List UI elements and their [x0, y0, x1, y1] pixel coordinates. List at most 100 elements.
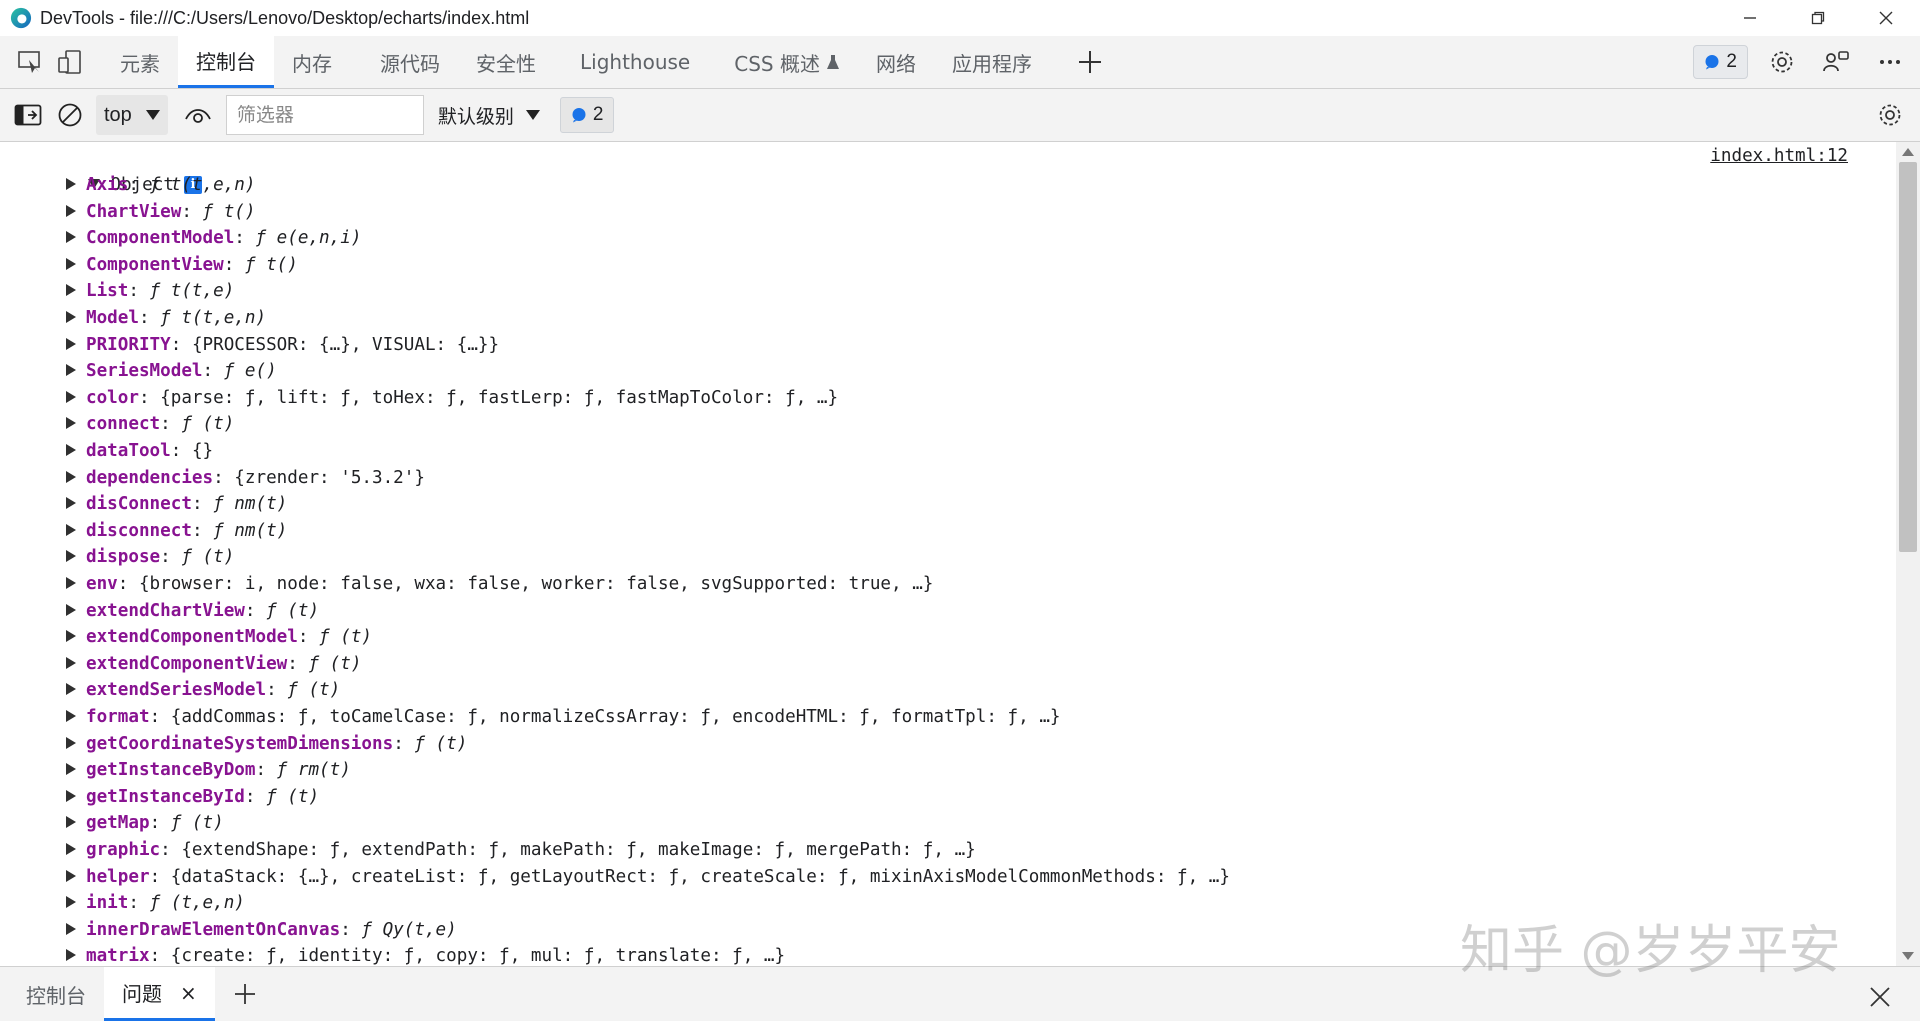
expand-triangle-icon[interactable]	[66, 257, 76, 270]
tab-memory[interactable]: 内存	[274, 36, 350, 88]
more-tabs-button[interactable]	[1070, 42, 1110, 82]
property-row[interactable]: getInstanceByDom: ƒ rm(t)	[66, 757, 351, 783]
expand-triangle-icon[interactable]	[66, 364, 76, 377]
source-link[interactable]: index.html:12	[1710, 146, 1848, 166]
expand-triangle-icon[interactable]	[66, 710, 76, 722]
property-row[interactable]: env: {browser: i, node: false, wxa: fals…	[66, 571, 933, 597]
expand-triangle-icon[interactable]	[66, 763, 76, 776]
expand-triangle-icon[interactable]	[66, 497, 76, 510]
property-row[interactable]: innerDrawElementOnCanvas: ƒ Qy(t,e)	[66, 917, 457, 943]
expand-triangle-icon[interactable]	[66, 896, 76, 909]
tab-lighthouse[interactable]: Lighthouse	[562, 36, 708, 88]
expand-triangle-icon[interactable]	[66, 417, 76, 430]
property-row[interactable]: ChartView: ƒ t()	[66, 199, 256, 225]
device-emulation-button[interactable]	[50, 42, 90, 82]
property-row[interactable]: dependencies: {zrender: '5.3.2'}	[66, 465, 425, 491]
property-row[interactable]: color: {parse: ƒ, lift: ƒ, toHex: ƒ, fas…	[66, 385, 838, 411]
property-row[interactable]: extendSeriesModel: ƒ (t)	[66, 677, 340, 703]
tab-network[interactable]: 网络	[858, 36, 934, 88]
property-key: extendComponentView	[86, 653, 288, 674]
property-row[interactable]: helper: {dataStack: {…}, createList: ƒ, …	[66, 864, 1230, 890]
property-row[interactable]: Axis: ƒ t(t,e,n)	[66, 172, 256, 198]
property-row[interactable]: extendChartView: ƒ (t)	[66, 598, 319, 624]
property-row[interactable]: ComponentModel: ƒ e(e,n,i)	[66, 225, 361, 251]
property-row[interactable]: extendComponentModel: ƒ (t)	[66, 624, 372, 650]
expand-triangle-icon[interactable]	[66, 577, 76, 589]
expand-triangle-icon[interactable]	[66, 630, 76, 643]
tab-security[interactable]: 安全性	[458, 36, 554, 88]
clear-console-button[interactable]	[50, 95, 90, 135]
more-options-button[interactable]	[1870, 42, 1910, 82]
property-row[interactable]: Model: ƒ t(t,e,n)	[66, 305, 266, 331]
expand-triangle-icon[interactable]	[66, 390, 76, 403]
console-settings-button[interactable]	[1870, 95, 1910, 135]
inspect-element-button[interactable]	[10, 42, 50, 82]
property-row[interactable]: List: ƒ t(t,e)	[66, 278, 234, 304]
property-row[interactable]: matrix: {create: ƒ, identity: ƒ, copy: ƒ…	[66, 943, 785, 966]
property-row[interactable]: graphic: {extendShape: ƒ, extendPath: ƒ,…	[66, 837, 976, 863]
property-row[interactable]: connect: ƒ (t)	[66, 411, 234, 437]
expand-triangle-icon[interactable]	[66, 789, 76, 802]
tab-css-overview[interactable]: CSS 概述	[716, 36, 858, 88]
drawer-tab-issues[interactable]: 问题 ×	[104, 967, 215, 1021]
expand-triangle-icon[interactable]	[66, 736, 76, 749]
expand-triangle-icon[interactable]	[66, 603, 76, 616]
expand-triangle-icon[interactable]	[66, 656, 76, 669]
expand-triangle-icon[interactable]	[66, 311, 76, 323]
property-row[interactable]: format: {addCommas: ƒ, toCamelCase: ƒ, n…	[66, 704, 1061, 730]
expand-triangle-icon[interactable]	[66, 444, 76, 456]
minimize-button[interactable]	[1716, 0, 1784, 36]
property-row[interactable]: SeriesModel: ƒ e()	[66, 358, 277, 384]
expand-triangle-icon[interactable]	[66, 337, 76, 350]
tab-console[interactable]: 控制台	[178, 36, 274, 88]
restore-button[interactable]	[1784, 0, 1852, 36]
expand-triangle-icon[interactable]	[66, 869, 76, 882]
expand-triangle-icon[interactable]	[66, 843, 76, 855]
object-header[interactable]: Object i	[46, 146, 202, 195]
scroll-up-arrow-icon[interactable]	[1902, 148, 1914, 156]
expand-triangle-icon[interactable]	[66, 922, 76, 935]
property-row[interactable]: dispose: ƒ (t)	[66, 544, 234, 570]
close-tab-icon[interactable]: ×	[180, 981, 197, 1005]
drawer-tab-console[interactable]: 控制台	[8, 967, 104, 1021]
log-level-dropdown[interactable]: 默认级别	[438, 102, 540, 129]
tab-elements[interactable]: 元素	[102, 36, 178, 88]
property-row[interactable]: getCoordinateSystemDimensions: ƒ (t)	[66, 731, 467, 757]
console-scrollbar[interactable]	[1896, 142, 1920, 966]
feedback-button[interactable]	[1816, 42, 1856, 82]
property-row[interactable]: extendComponentView: ƒ (t)	[66, 651, 361, 677]
expand-triangle-icon[interactable]	[66, 523, 76, 536]
tab-application[interactable]: 应用程序	[934, 36, 1050, 88]
tab-sources[interactable]: 源代码	[362, 36, 458, 88]
expand-triangle-icon[interactable]	[66, 949, 76, 962]
scrollbar-thumb[interactable]	[1899, 162, 1917, 552]
expand-triangle-icon[interactable]	[66, 550, 76, 563]
live-expression-button[interactable]	[178, 95, 218, 135]
property-row[interactable]: PRIORITY: {PROCESSOR: {…}, VISUAL: {…}}	[66, 332, 499, 358]
scroll-down-arrow-icon[interactable]	[1902, 952, 1914, 960]
add-drawer-tab-button[interactable]	[225, 974, 265, 1014]
expand-triangle-icon[interactable]	[66, 816, 76, 829]
property-row[interactable]: disconnect: ƒ nm(t)	[66, 518, 287, 544]
messages-badge[interactable]: 2	[559, 97, 615, 133]
expand-triangle-icon[interactable]	[66, 284, 76, 297]
expand-triangle-icon[interactable]	[66, 178, 76, 190]
context-selector[interactable]: top	[96, 95, 168, 135]
filter-input[interactable]	[225, 95, 424, 135]
settings-button[interactable]	[1762, 42, 1802, 82]
issues-badge[interactable]: 2	[1693, 45, 1748, 79]
expand-triangle-icon[interactable]	[66, 683, 76, 696]
close-drawer-button[interactable]	[1860, 977, 1900, 1017]
property-row[interactable]: getInstanceById: ƒ (t)	[66, 784, 319, 810]
property-row[interactable]: ComponentView: ƒ t()	[66, 252, 298, 278]
property-row[interactable]: init: ƒ (t,e,n)	[66, 890, 245, 916]
expand-triangle-icon[interactable]	[66, 470, 76, 483]
property-row[interactable]: disConnect: ƒ nm(t)	[66, 491, 287, 517]
property-row[interactable]: dataTool: {}	[66, 438, 213, 464]
close-window-button[interactable]	[1852, 0, 1920, 36]
expand-triangle-icon[interactable]	[66, 231, 76, 244]
expand-triangle-icon[interactable]	[66, 204, 76, 217]
property-key: getInstanceById	[86, 786, 245, 807]
show-sidebar-button[interactable]	[8, 95, 48, 135]
property-row[interactable]: getMap: ƒ (t)	[66, 810, 224, 836]
